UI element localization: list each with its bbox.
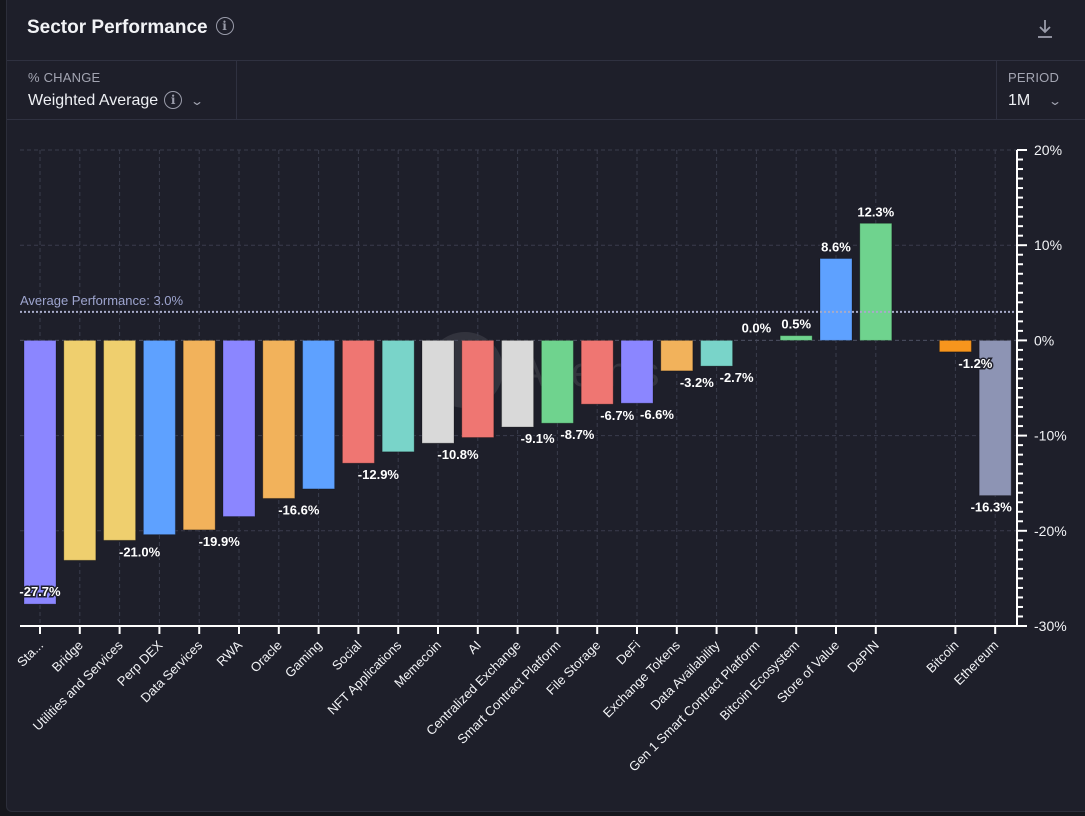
x-tick-label: Oracle xyxy=(247,638,285,676)
bar-sta- xyxy=(23,339,57,605)
x-tick-label: DePIN xyxy=(844,638,882,676)
y-tick-label: 20% xyxy=(1034,142,1062,158)
data-label: -6.7% xyxy=(600,408,634,423)
data-label: -1.2% xyxy=(958,356,992,371)
bar-perp-dex xyxy=(142,339,176,536)
bar-bitcoin-ecosystem xyxy=(779,335,813,341)
bar-utilities-and-services xyxy=(103,339,137,541)
y-tick-label: -30% xyxy=(1034,618,1067,634)
data-label: -19.9% xyxy=(199,534,241,549)
bar-data-services xyxy=(182,339,216,531)
bar-smart-contract-platform xyxy=(540,339,574,424)
x-tick-label: Social xyxy=(329,637,365,673)
data-label: 0.0% xyxy=(742,320,772,335)
data-label: -21.0% xyxy=(119,544,161,559)
x-tick-label: Data Availability xyxy=(647,637,723,713)
bar-defi xyxy=(620,339,654,404)
bar-social xyxy=(341,339,375,464)
y-tick-label: -20% xyxy=(1034,523,1067,539)
data-label: -9.1% xyxy=(521,431,555,446)
data-label: -6.6% xyxy=(640,407,674,422)
bar-ai xyxy=(461,339,495,439)
x-tick-label: AI xyxy=(465,638,484,657)
x-tick-label: Bitcoin xyxy=(923,638,961,676)
bar-depin xyxy=(859,222,893,341)
x-tick-label: DeFi xyxy=(613,637,643,667)
data-label: -3.2% xyxy=(680,375,714,390)
bar-data-availability xyxy=(700,339,734,367)
data-label: -2.7% xyxy=(720,370,754,385)
data-label: 12.3% xyxy=(857,204,894,219)
data-label: 8.6% xyxy=(821,240,851,255)
bar-oracle xyxy=(262,339,296,499)
data-label: -8.7% xyxy=(560,427,594,442)
bar-centralized-exchange xyxy=(501,339,535,428)
bar-exchange-tokens xyxy=(660,339,694,372)
bar-gaming xyxy=(302,339,336,490)
bar-memecoin xyxy=(421,339,455,444)
x-tick-label: Bridge xyxy=(49,638,86,675)
bar-bridge xyxy=(63,339,97,561)
y-tick-label: 10% xyxy=(1034,237,1062,253)
bar-store-of-value xyxy=(819,258,853,341)
x-tick-label: Gaming xyxy=(282,638,325,681)
bar-chart: ArtemisAverage Performance: 3.0%-27.7%-2… xyxy=(14,142,1067,774)
data-label: -10.8% xyxy=(437,447,479,462)
average-line-label: Average Performance: 3.0% xyxy=(20,293,184,308)
bar-nft-applications xyxy=(381,339,415,453)
bar-rwa xyxy=(222,339,256,518)
x-tick-label: Sta... xyxy=(14,638,46,670)
x-tick-label: RWA xyxy=(214,637,246,669)
data-label: -16.6% xyxy=(278,502,320,517)
bar-bitcoin xyxy=(938,339,972,353)
y-tick-label: 0% xyxy=(1034,332,1054,348)
y-tick-label: -10% xyxy=(1034,428,1067,444)
data-label: 0.5% xyxy=(781,317,811,332)
data-label: -27.7% xyxy=(19,584,61,599)
bar-file-storage xyxy=(580,339,614,405)
data-label: -12.9% xyxy=(358,467,400,482)
data-label: -16.3% xyxy=(971,500,1013,515)
